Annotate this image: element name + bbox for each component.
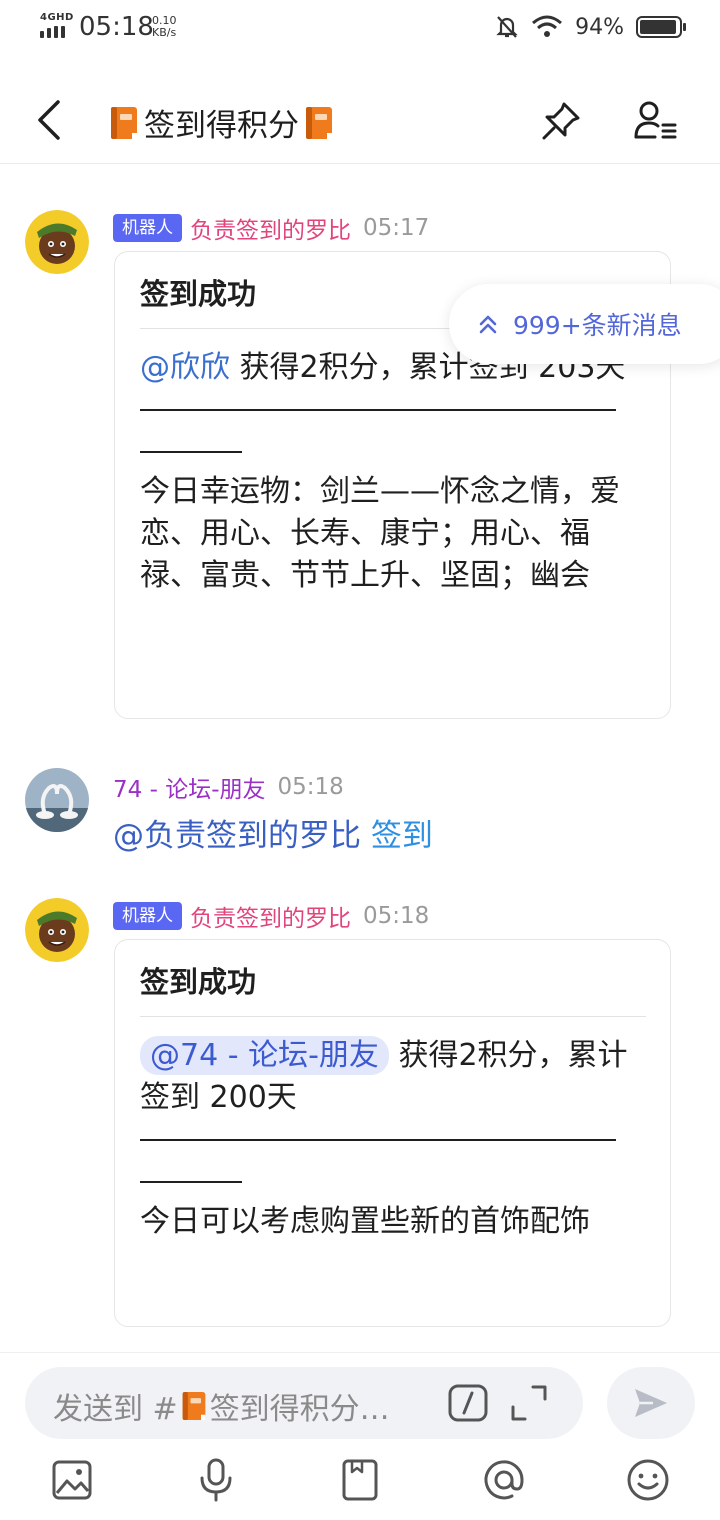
message-text: @负责签到的罗比 签到 xyxy=(113,810,433,855)
sender-name[interactable]: 74 - 论坛-朋友 xyxy=(113,770,266,804)
network-speed: 0.10 KB/s xyxy=(152,15,177,39)
send-icon xyxy=(635,1389,667,1417)
placeholder-channel: 签到得积分… xyxy=(209,1392,390,1427)
members-button[interactable] xyxy=(632,98,680,144)
network-type: 4GHD xyxy=(40,12,74,23)
book-emoji-icon xyxy=(306,106,332,139)
message-meta: 机器人 负责签到的罗比 05:17 xyxy=(113,211,429,245)
send-button[interactable] xyxy=(607,1367,695,1439)
wifi-icon xyxy=(532,15,563,37)
separator-line xyxy=(140,409,616,411)
user-mention[interactable]: @74 - 论坛-朋友 xyxy=(140,1036,389,1075)
card-divider xyxy=(140,1016,646,1017)
emoji-button[interactable] xyxy=(624,1456,672,1504)
file-icon xyxy=(342,1459,378,1501)
status-time: 05:18 xyxy=(79,12,154,42)
bot-mention[interactable]: @负责签到的罗比 xyxy=(113,818,361,854)
double-chevron-up-icon xyxy=(479,315,497,334)
smiley-icon xyxy=(627,1459,669,1501)
signal-icon xyxy=(40,26,65,38)
separator-line xyxy=(140,1181,242,1183)
placeholder-prefix: 发送到 # xyxy=(53,1392,178,1427)
battery-percent: 94% xyxy=(575,14,624,40)
channel-title: 签到得积分 xyxy=(108,100,335,145)
message-input[interactable]: 发送到 # 签到得积分… xyxy=(25,1367,583,1439)
bot-avatar-icon xyxy=(25,898,89,962)
message-meta: 机器人 负责签到的罗比 05:18 xyxy=(113,899,429,933)
image-button[interactable] xyxy=(48,1456,96,1504)
slash-command-button[interactable] xyxy=(447,1383,489,1423)
message-time: 05:18 xyxy=(277,774,344,800)
message-input-placeholder: 发送到 # 签到得积分… xyxy=(53,1384,433,1428)
image-icon xyxy=(52,1460,92,1500)
slash-command-icon xyxy=(448,1384,488,1422)
swan-avatar-icon xyxy=(25,768,89,832)
user-mention[interactable]: @欣欣 xyxy=(140,350,230,385)
microphone-icon xyxy=(200,1458,232,1502)
card-extra-text: 今日幸运物：剑兰——怀念之情，爱恋、用心、长寿、康宁；用心、福禄、富贵、节节上升… xyxy=(140,474,620,593)
channel-header: 签到得积分 xyxy=(0,70,720,164)
new-messages-label: 999+条新消息 xyxy=(513,311,682,340)
separator-line xyxy=(140,451,242,453)
battery-fill xyxy=(640,20,676,34)
chevron-left-icon xyxy=(38,100,60,140)
expand-icon xyxy=(511,1385,547,1421)
book-emoji-icon xyxy=(182,1392,206,1420)
file-button[interactable] xyxy=(336,1456,384,1504)
book-emoji-icon xyxy=(111,106,137,139)
channel-name: 签到得积分 xyxy=(144,108,299,144)
mention-button[interactable] xyxy=(480,1456,528,1504)
status-bar: 4GHD 05:18 0.10 KB/s 94% xyxy=(0,0,720,58)
avatar[interactable] xyxy=(25,898,89,962)
pin-icon xyxy=(542,102,580,140)
message-time: 05:17 xyxy=(363,215,430,241)
bot-badge: 机器人 xyxy=(113,214,182,242)
separator-line xyxy=(140,1139,616,1141)
new-messages-button[interactable]: 999+条新消息 xyxy=(449,284,720,364)
pin-button[interactable] xyxy=(538,98,584,144)
composer-divider xyxy=(0,1352,720,1353)
bot-avatar-icon xyxy=(25,210,89,274)
sender-name[interactable]: 负责签到的罗比 xyxy=(190,211,351,245)
battery-icon xyxy=(636,16,686,38)
voice-button[interactable] xyxy=(192,1456,240,1504)
sender-name[interactable]: 负责签到的罗比 xyxy=(190,899,351,933)
back-button[interactable] xyxy=(28,98,68,142)
avatar[interactable] xyxy=(25,210,89,274)
avatar[interactable] xyxy=(25,768,89,832)
card-title: 签到成功 xyxy=(140,965,257,999)
message-time: 05:18 xyxy=(363,903,430,929)
checkin-card: 签到成功 @74 - 论坛-朋友 获得2积分，累计签到 200天 今日可以考虑购… xyxy=(114,939,671,1327)
card-body: @74 - 论坛-朋友 获得2积分，累计签到 200天 xyxy=(140,1035,646,1119)
expand-input-button[interactable] xyxy=(509,1383,549,1423)
mute-bell-icon xyxy=(496,16,518,38)
members-list-icon xyxy=(634,101,677,139)
card-extra-text: 今日可以考虑购置些新的首饰配饰 xyxy=(140,1204,590,1239)
speed-unit: KB/s xyxy=(152,26,177,39)
message-meta: 74 - 论坛-朋友 05:18 xyxy=(113,770,344,804)
input-toolbar xyxy=(0,1448,720,1512)
command-text[interactable]: 签到 xyxy=(371,818,433,854)
bot-badge: 机器人 xyxy=(113,902,182,930)
at-sign-icon xyxy=(484,1460,524,1500)
